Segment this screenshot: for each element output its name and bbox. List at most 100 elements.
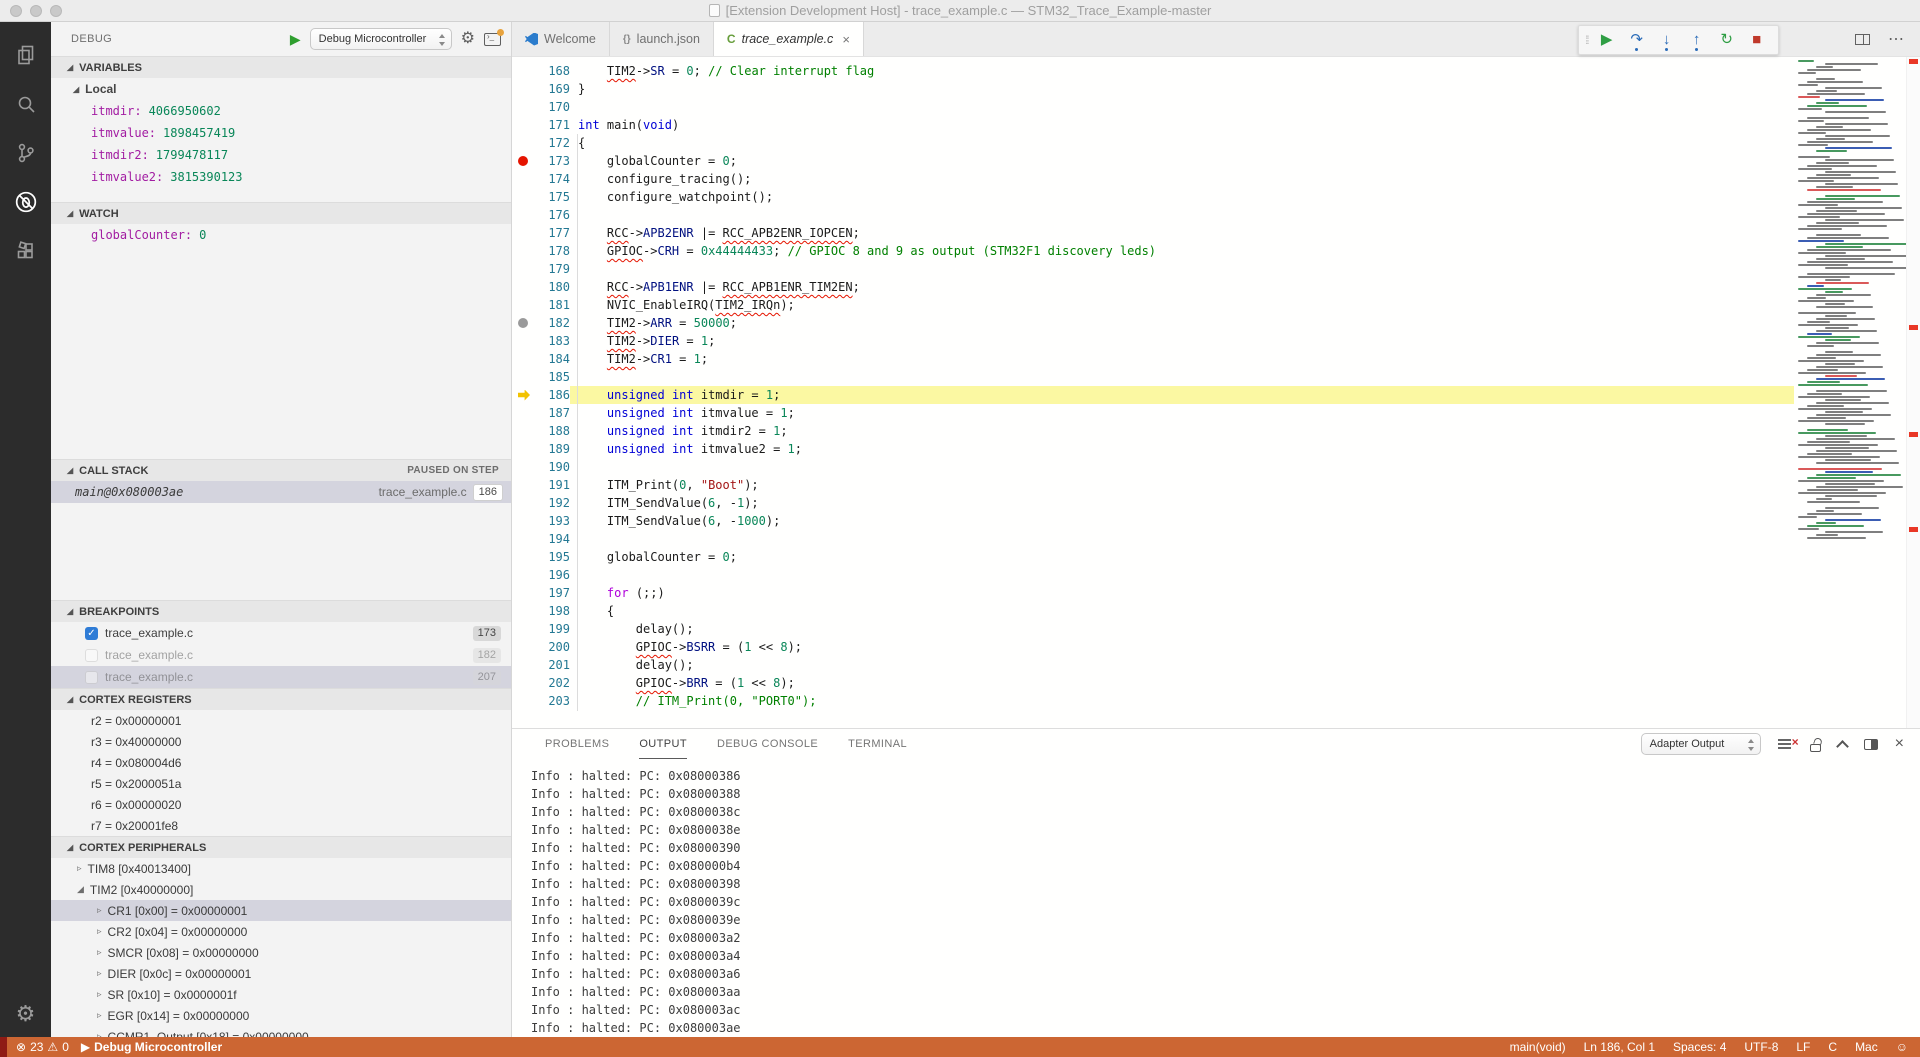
code-text[interactable]: unsigned int itmvalue = 1;: [570, 404, 1794, 422]
debug-config-select[interactable]: Debug Microcontroller: [310, 28, 452, 50]
code-line[interactable]: 194: [512, 530, 1794, 548]
debug-console-icon[interactable]: [484, 33, 501, 46]
code-line[interactable]: 184 TIM2->CR1 = 1;: [512, 350, 1794, 368]
code-line[interactable]: 196: [512, 566, 1794, 584]
code-line[interactable]: 195 globalCounter = 0;: [512, 548, 1794, 566]
section-watch[interactable]: ◢WATCH: [51, 202, 511, 224]
clear-output-icon[interactable]: [1778, 738, 1793, 750]
line-gutter[interactable]: 184: [512, 350, 570, 368]
variable-row[interactable]: itmvalue:1898457419: [51, 122, 511, 144]
code-text[interactable]: delay();: [570, 620, 1794, 638]
call-stack-frame[interactable]: main@0x080003aetrace_example.c186: [51, 481, 511, 503]
close-window-button[interactable]: [10, 5, 22, 17]
code-line[interactable]: 171int main(void): [512, 116, 1794, 134]
line-gutter[interactable]: 180: [512, 278, 570, 296]
overview-ruler[interactable]: [1906, 57, 1920, 728]
cursor-position[interactable]: Ln 186, Col 1: [1584, 1040, 1655, 1054]
variable-row[interactable]: itmdir:4066950602: [51, 100, 511, 122]
code-line[interactable]: 181 NVIC_EnableIRQ(TIM2_IRQn);: [512, 296, 1794, 314]
breakpoint-dot-icon[interactable]: [518, 156, 528, 166]
debug-launch-status[interactable]: ▶ Debug Microcontroller: [81, 1040, 222, 1054]
register-row[interactable]: r2 = 0x00000001: [51, 710, 511, 731]
peripheral-row[interactable]: ▹SMCR [0x08] = 0x00000000: [51, 942, 511, 963]
code-line[interactable]: 172{: [512, 134, 1794, 152]
peripheral-row[interactable]: ▹DIER [0x0c] = 0x00000001: [51, 963, 511, 984]
indentation-status[interactable]: Spaces: 4: [1673, 1040, 1726, 1054]
line-gutter[interactable]: 171: [512, 116, 570, 134]
code-line[interactable]: 186 unsigned int itmdir = 1;: [512, 386, 1794, 404]
code-text[interactable]: }: [570, 80, 1794, 98]
line-gutter[interactable]: 181: [512, 296, 570, 314]
code-text[interactable]: unsigned int itmdir = 1;: [570, 386, 1794, 404]
platform-status[interactable]: Mac: [1855, 1040, 1878, 1054]
code-line[interactable]: 183 TIM2->DIER = 1;: [512, 332, 1794, 350]
code-text[interactable]: [570, 566, 1794, 584]
more-actions-icon[interactable]: ⋯: [1888, 29, 1904, 49]
code-line[interactable]: 197 for (;;): [512, 584, 1794, 602]
line-gutter[interactable]: 174: [512, 170, 570, 188]
tab-trace-example-c[interactable]: Ctrace_example.c×: [714, 22, 864, 56]
split-editor-icon[interactable]: [1855, 34, 1870, 45]
code-text[interactable]: globalCounter = 0;: [570, 152, 1794, 170]
code-text[interactable]: TIM2->CR1 = 1;: [570, 350, 1794, 368]
code-text[interactable]: {: [570, 134, 1794, 152]
line-gutter[interactable]: 176: [512, 206, 570, 224]
code-text[interactable]: for (;;): [570, 584, 1794, 602]
code-line[interactable]: 202 GPIOC->BRR = (1 << 8);: [512, 674, 1794, 692]
continue-button[interactable]: ▶: [1592, 26, 1622, 54]
line-gutter[interactable]: 193: [512, 512, 570, 530]
line-gutter[interactable]: 199: [512, 620, 570, 638]
code-text[interactable]: [570, 368, 1794, 386]
code-text[interactable]: [570, 206, 1794, 224]
code-line[interactable]: 169}: [512, 80, 1794, 98]
code-line[interactable]: 173 globalCounter = 0;: [512, 152, 1794, 170]
code-text[interactable]: int main(void): [570, 116, 1794, 134]
section-breakpoints[interactable]: ◢BREAKPOINTS: [51, 600, 511, 622]
line-gutter[interactable]: 190: [512, 458, 570, 476]
code-line[interactable]: 192 ITM_SendValue(6, -1);: [512, 494, 1794, 512]
line-gutter[interactable]: 201: [512, 656, 570, 674]
peripheral-row[interactable]: ▹TIM8 [0x40013400]: [51, 858, 511, 879]
code-line[interactable]: 168 TIM2->SR = 0; // Clear interrupt fla…: [512, 62, 1794, 80]
code-line[interactable]: 191 ITM_Print(0, "Boot");: [512, 476, 1794, 494]
breakpoint-checkbox[interactable]: [85, 649, 98, 662]
line-gutter[interactable]: 203: [512, 692, 570, 710]
encoding-status[interactable]: UTF-8: [1744, 1040, 1778, 1054]
line-gutter[interactable]: 186: [512, 386, 570, 404]
output-channel-select[interactable]: Adapter Output: [1641, 733, 1761, 755]
code-text[interactable]: GPIOC->BSRR = (1 << 8);: [570, 638, 1794, 656]
problems-status[interactable]: ⊗23 ⚠0: [16, 1040, 69, 1054]
line-gutter[interactable]: 177: [512, 224, 570, 242]
code-text[interactable]: ITM_SendValue(6, -1000);: [570, 512, 1794, 530]
panel-tab-output[interactable]: OUTPUT: [639, 729, 687, 759]
peripheral-row[interactable]: ▹CR1 [0x00] = 0x00000001: [51, 900, 511, 921]
close-tab-icon[interactable]: ×: [842, 32, 850, 47]
code-text[interactable]: ITM_SendValue(6, -1);: [570, 494, 1794, 512]
code-text[interactable]: unsigned int itmvalue2 = 1;: [570, 440, 1794, 458]
panel-tab-terminal[interactable]: TERMINAL: [848, 729, 907, 759]
code-text[interactable]: [570, 458, 1794, 476]
panel-position-icon[interactable]: [1864, 739, 1878, 750]
watch-row[interactable]: globalCounter:0: [51, 224, 511, 246]
disabled-breakpoint-dot-icon[interactable]: [518, 318, 528, 328]
eol-status[interactable]: LF: [1796, 1040, 1810, 1054]
code-text[interactable]: ITM_Print(0, "Boot");: [570, 476, 1794, 494]
code-line[interactable]: 193 ITM_SendValue(6, -1000);: [512, 512, 1794, 530]
code-line[interactable]: 176: [512, 206, 1794, 224]
code-text[interactable]: TIM2->DIER = 1;: [570, 332, 1794, 350]
code-text[interactable]: GPIOC->BRR = (1 << 8);: [570, 674, 1794, 692]
line-gutter[interactable]: 170: [512, 98, 570, 116]
code-line[interactable]: 200 GPIOC->BSRR = (1 << 8);: [512, 638, 1794, 656]
section-cortex-peripherals[interactable]: ◢CORTEX PERIPHERALS: [51, 836, 511, 858]
current-symbol[interactable]: main(void): [1510, 1040, 1566, 1054]
line-gutter[interactable]: 189: [512, 440, 570, 458]
variable-row[interactable]: itmvalue2:3815390123: [51, 166, 511, 188]
panel-tab-debug-console[interactable]: DEBUG CONSOLE: [717, 729, 818, 759]
register-row[interactable]: r6 = 0x00000020: [51, 794, 511, 815]
code-line[interactable]: 201 delay();: [512, 656, 1794, 674]
drag-grip-icon[interactable]: ⁞⁞: [1585, 33, 1588, 47]
line-gutter[interactable]: 194: [512, 530, 570, 548]
code-line[interactable]: 198 {: [512, 602, 1794, 620]
code-line[interactable]: 190: [512, 458, 1794, 476]
code-text[interactable]: TIM2->ARR = 50000;: [570, 314, 1794, 332]
